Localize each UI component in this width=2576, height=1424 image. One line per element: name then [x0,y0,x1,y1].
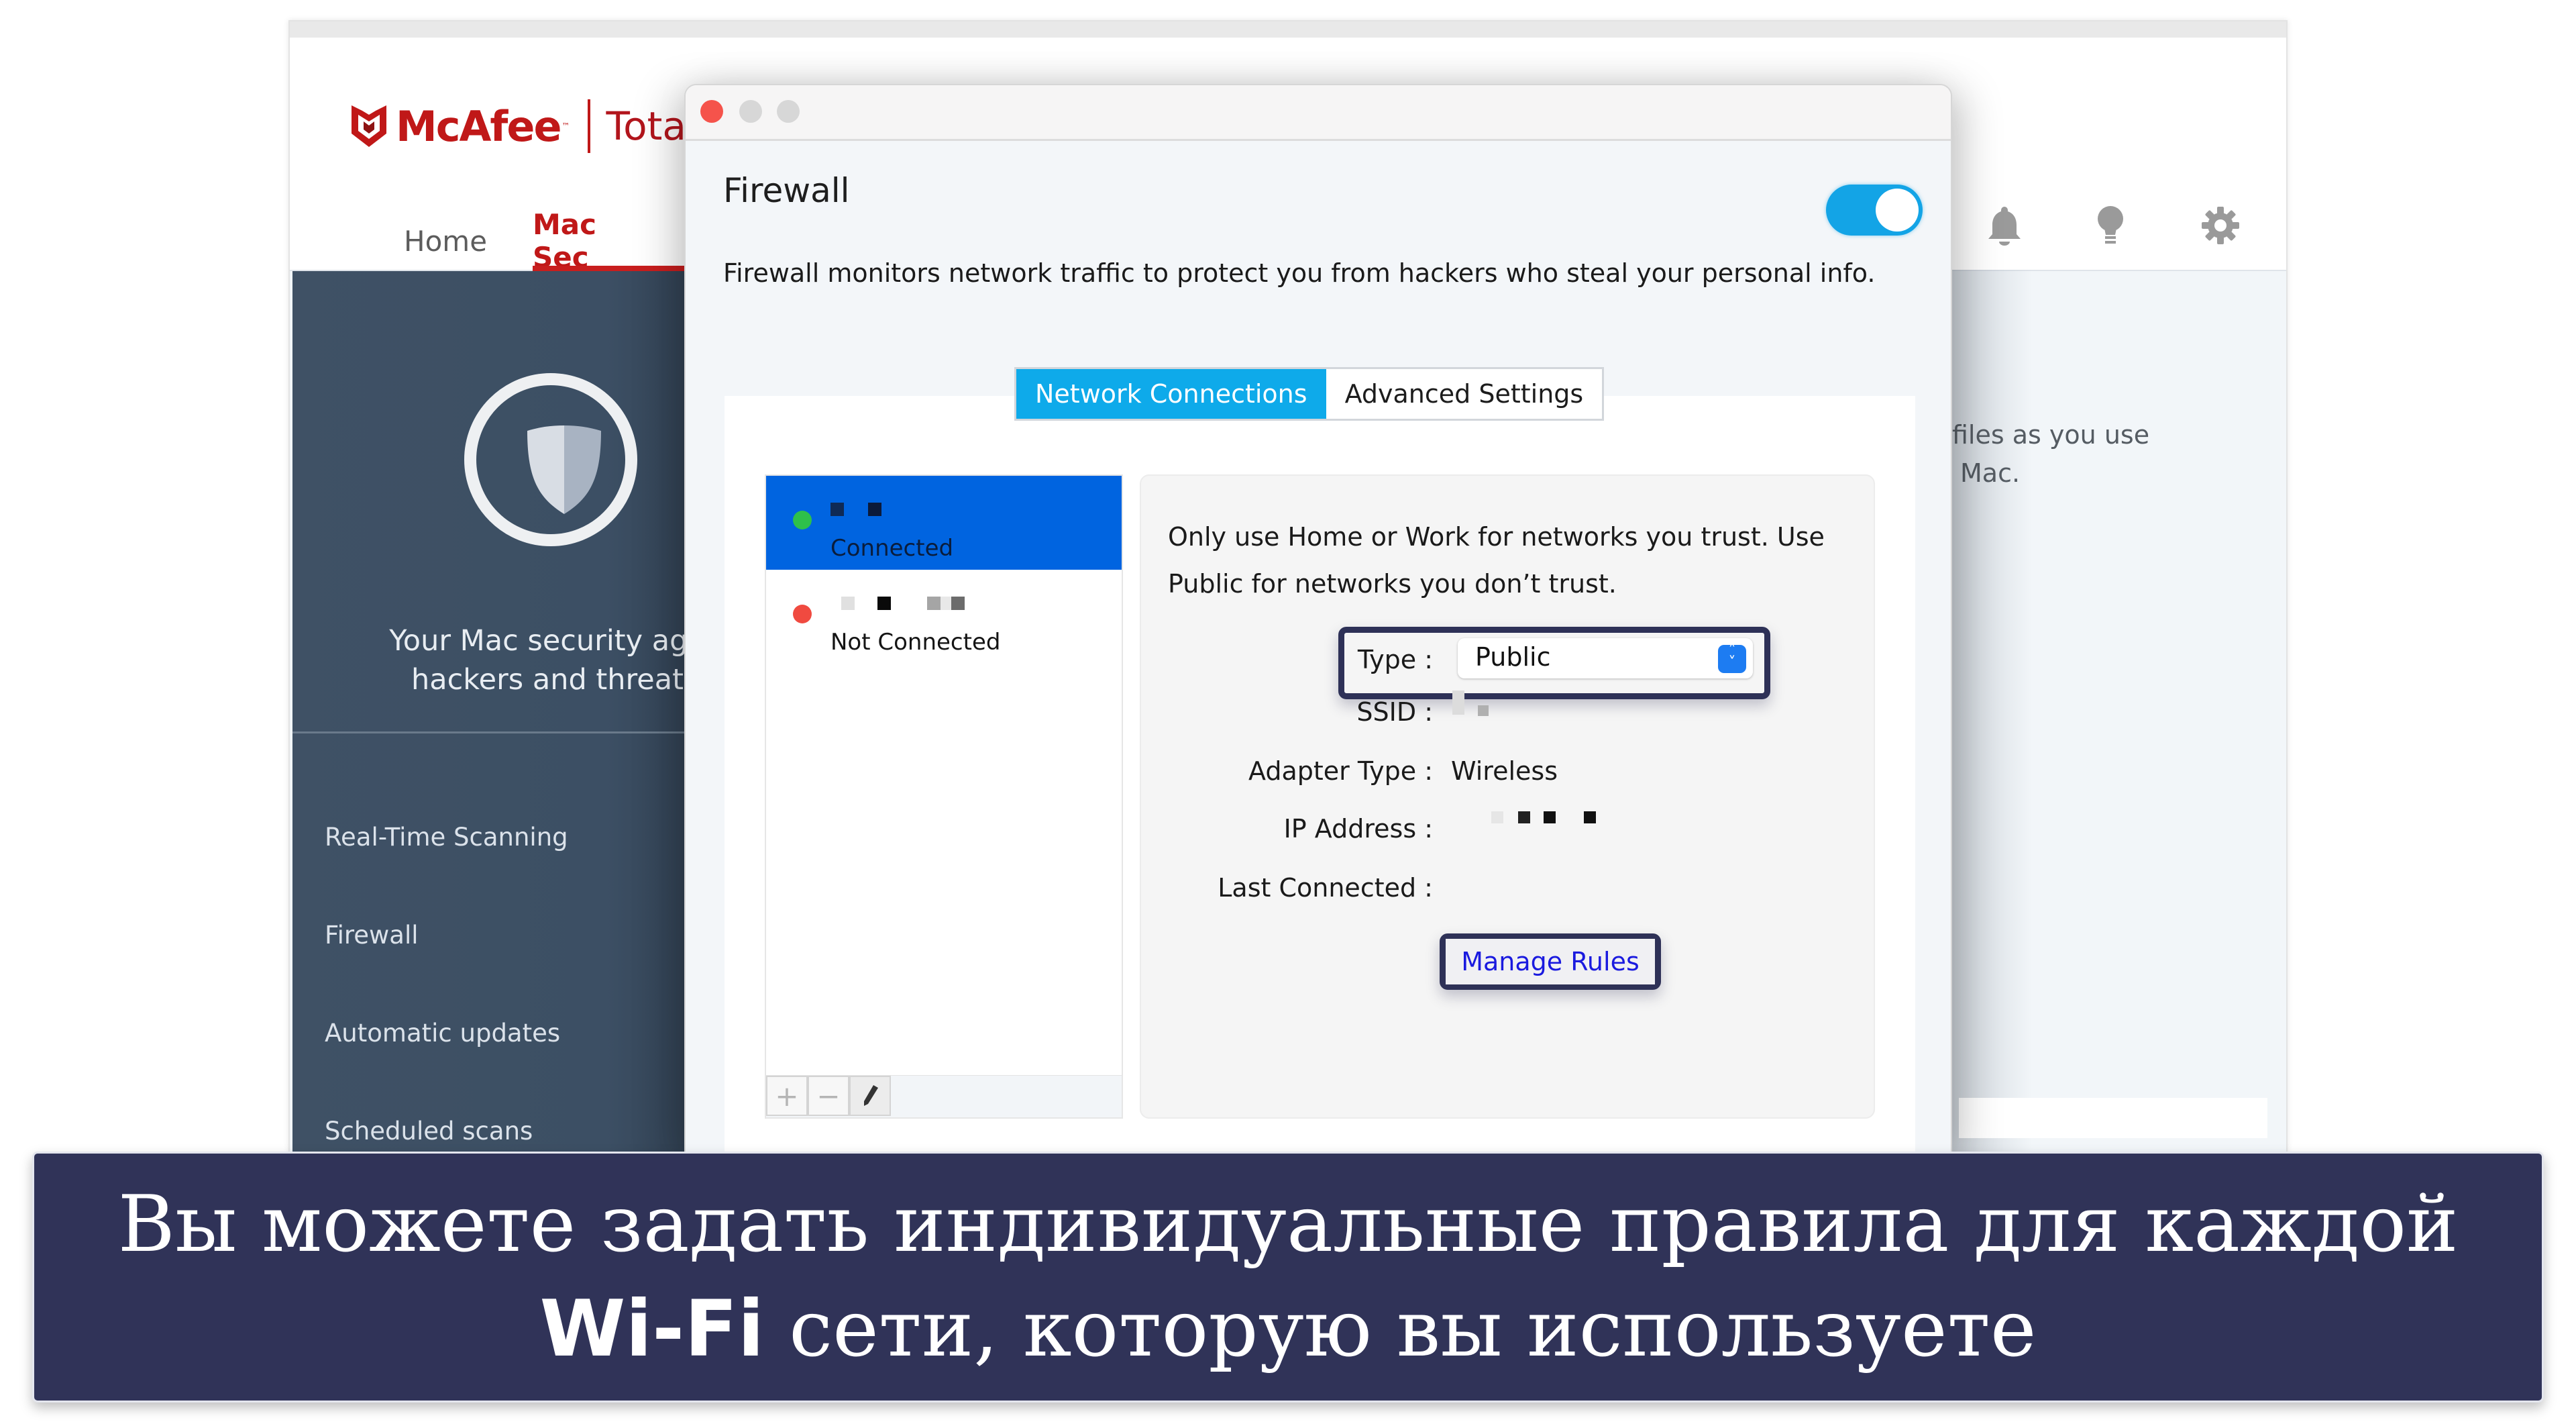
maximize-window-button[interactable] [777,100,800,123]
select-updown-icon: ˄ ˅ [1718,644,1746,673]
network-list-item[interactable]: Connected [766,476,1122,570]
firewall-dialog: Firewall Firewall monitors network traff… [684,84,1952,1158]
sidebar-item-firewall[interactable]: Firewall [325,921,419,950]
add-network-button[interactable]: + [766,1076,808,1116]
background-text-line2: Mac. [1960,458,2021,488]
background-description: files as you use Mac. [1952,416,2149,493]
security-status-message: Your Mac security aga hackers and threat [360,621,735,699]
minimize-window-button[interactable] [739,100,762,123]
mcafee-logo: McAfee ™ Total [352,99,697,153]
brand-name: McAfee [396,101,562,151]
adapter-type-value: Wireless [1451,756,1558,786]
manage-rules-button[interactable]: Manage Rules [1446,939,1655,984]
logo-separator [587,99,590,153]
firewall-description: Firewall monitors network traffic to pro… [723,258,1876,288]
sidebar-item-scheduled-scans[interactable]: Scheduled scans [325,1117,533,1146]
caption-line2: Wi-Fi сети, которую вы используете [539,1277,2036,1382]
caption-wifi: Wi-Fi [539,1284,765,1374]
shield-icon [527,425,601,514]
network-status: Connected [830,535,954,562]
adapter-type-label: Adapter Type : [1248,756,1433,786]
disconnected-status-dot [793,605,812,623]
protection-status-ring [464,373,637,546]
connected-status-dot [793,511,812,529]
dialog-shadow [1952,270,2033,1153]
dialog-titlebar [686,85,1951,141]
ip-address-label: IP Address : [1283,814,1433,844]
nav-tab-mac-security[interactable]: Mac Sec [533,208,596,274]
caption-line2-rest: сети, которую вы используете [764,1284,2037,1374]
caption-line1: Вы можете задать индивидуальные правила … [117,1179,2459,1270]
ssid-label: SSID : [1356,697,1433,727]
bell-icon[interactable] [1984,204,2025,247]
dialog-title: Firewall [723,171,850,210]
network-type-value: Public [1475,642,1551,672]
status-message-line1: Your Mac security aga [389,624,706,658]
edit-network-button[interactable] [849,1076,891,1116]
network-list-toolbar: + − [766,1075,1122,1117]
trademark: ™ [561,121,570,131]
firewall-tabs: Network Connections Advanced Settings [1014,367,1605,421]
tab-network-connections[interactable]: Network Connections [1016,369,1326,419]
type-label: Type : [1357,645,1433,674]
background-card [1959,1098,2267,1138]
window-top-bar [290,21,2286,38]
sidebar-divider [292,731,686,733]
firewall-toggle[interactable] [1826,185,1923,236]
caption-banner: Вы можете задать индивидуальные правила … [32,1152,2544,1403]
network-list-item[interactable]: Not Connected [766,570,1122,664]
pencil-icon [864,1085,878,1106]
status-message-line2: hackers and threat [411,663,684,697]
sidebar-item-real-time-scanning[interactable]: Real-Time Scanning [325,823,568,852]
background-text-line1: files as you use [1952,420,2150,450]
remove-network-button[interactable]: − [808,1076,849,1116]
network-type-hint: Only use Home or Work for networks you t… [1168,522,1825,599]
product-name: Total [606,103,697,149]
network-type-select[interactable]: Public ˄ ˅ [1458,638,1753,678]
sidebar-item-automatic-updates[interactable]: Automatic updates [325,1019,560,1048]
network-list: Connected Not Connected + − [765,474,1123,1119]
gear-icon[interactable] [2200,204,2241,247]
sidebar: Your Mac security aga hackers and threat… [292,271,706,1153]
last-connected-label: Last Connected : [1218,873,1433,903]
lightbulb-icon[interactable] [2090,204,2131,247]
nav-tab-home[interactable]: Home [404,212,487,270]
mcafee-shield-icon [352,105,386,147]
network-status: Not Connected [830,629,1001,656]
toggle-knob [1876,189,1919,232]
network-details-panel: Only use Home or Work for networks you t… [1140,474,1875,1119]
close-window-button[interactable] [700,100,723,123]
tab-advanced-settings[interactable]: Advanced Settings [1326,369,1603,419]
